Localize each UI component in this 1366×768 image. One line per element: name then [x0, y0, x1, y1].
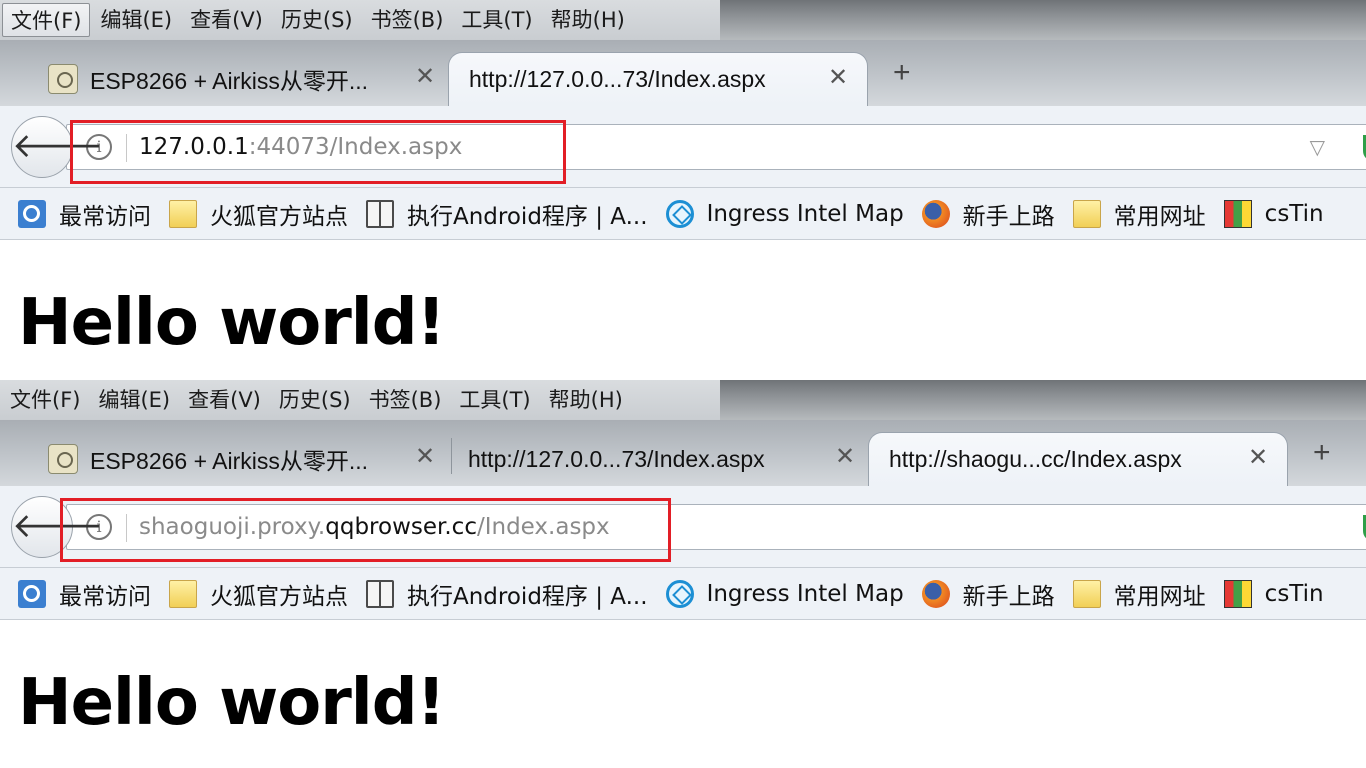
close-tab-icon[interactable]: ✕ — [1243, 443, 1273, 472]
close-tab-icon[interactable]: ✕ — [823, 63, 853, 92]
menu-view[interactable]: 查看(V) — [180, 383, 269, 417]
firefox-icon — [921, 579, 950, 608]
bookmarks-toolbar: 最常访问 火狐官方站点 执行Android程序 | A... Ingress I… — [0, 568, 1366, 620]
cstime-icon — [1223, 579, 1252, 608]
close-tab-icon[interactable]: ✕ — [410, 442, 440, 471]
search-icon — [18, 199, 46, 228]
page-content: Hello world! — [0, 620, 1366, 760]
tab-title: http://127.0.0...73/Index.aspx — [469, 66, 766, 92]
search-icon — [18, 579, 46, 608]
folder-icon — [169, 579, 197, 608]
menu-history[interactable]: 历史(S) — [271, 383, 359, 417]
tab-localhost[interactable]: http://127.0.0...73/Index.aspx ✕ — [448, 52, 868, 106]
firefox-icon — [921, 199, 950, 228]
menu-tools[interactable]: 工具(T) — [453, 3, 540, 37]
cstime-icon — [1223, 199, 1252, 228]
menu-bookmarks[interactable]: 书签(B) — [361, 383, 450, 417]
browser-window-2: 文件(F) 编辑(E) 查看(V) 历史(S) 书签(B) 工具(T) 帮助(H… — [0, 380, 1366, 760]
folder-icon — [1072, 199, 1101, 228]
tab-strip: ESP8266 + Airkiss从零开... ✕ http://127.0.0… — [0, 420, 1366, 486]
bookmark-cstime[interactable]: csTin — [1223, 199, 1324, 228]
bookmark-android[interactable]: 执行Android程序 | A... — [366, 197, 648, 231]
page-heading: Hello world! — [18, 286, 446, 360]
tab-title: ESP8266 + Airkiss从零开... — [90, 448, 369, 474]
menu-bar: 文件(F) 编辑(E) 查看(V) 历史(S) 书签(B) 工具(T) 帮助(H… — [0, 380, 1366, 420]
bookmark-firefox-site[interactable]: 火狐官方站点 — [169, 197, 348, 231]
browser-window-1: 文件(F) 编辑(E) 查看(V) 历史(S) 书签(B) 工具(T) 帮助(H… — [0, 0, 1366, 380]
bookmarks-toolbar: 最常访问 火狐官方站点 执行Android程序 | A... Ingress I… — [0, 188, 1366, 240]
tab-esp8266[interactable]: ESP8266 + Airkiss从零开... ✕ — [48, 52, 440, 106]
menu-view[interactable]: 查看(V) — [182, 3, 271, 37]
bookmark-cstime[interactable]: csTin — [1223, 579, 1324, 608]
ingress-icon — [665, 199, 694, 228]
menu-bookmarks[interactable]: 书签(B) — [363, 3, 452, 37]
menu-file[interactable]: 文件(F) — [2, 383, 88, 417]
tab-title: http://shaogu...cc/Index.aspx — [889, 446, 1182, 472]
menu-edit[interactable]: 编辑(E) — [90, 383, 178, 417]
ingress-icon — [665, 579, 694, 608]
book-icon — [366, 579, 394, 608]
bookmark-android[interactable]: 执行Android程序 | A... — [366, 577, 648, 611]
menu-help[interactable]: 帮助(H) — [541, 383, 631, 417]
page-favicon-icon — [48, 64, 78, 94]
tab-qqbrowser-proxy[interactable]: http://shaogu...cc/Index.aspx ✕ — [868, 432, 1288, 486]
page-content: Hello world! — [0, 240, 1366, 380]
tab-divider — [451, 438, 452, 474]
tab-esp8266[interactable]: ESP8266 + Airkiss从零开... ✕ — [48, 432, 452, 486]
bookmark-firefox-site[interactable]: 火狐官方站点 — [169, 577, 348, 611]
bookmark-getting-started[interactable]: 新手上路 — [921, 197, 1055, 231]
menu-file[interactable]: 文件(F) — [2, 3, 91, 37]
menu-history[interactable]: 历史(S) — [273, 3, 361, 37]
menu-bar: 文件(F) 编辑(E) 查看(V) 历史(S) 书签(B) 工具(T) 帮助(H… — [0, 0, 1366, 40]
close-tab-icon[interactable]: ✕ — [410, 62, 440, 91]
back-button[interactable]: 🡐 — [11, 116, 103, 178]
folder-icon — [1072, 579, 1101, 608]
tab-title: http://127.0.0...73/Index.aspx — [468, 445, 765, 472]
bookmark-most-visited[interactable]: 最常访问 — [18, 197, 151, 231]
page-favicon-icon — [48, 444, 78, 474]
bookmark-most-visited[interactable]: 最常访问 — [18, 577, 151, 611]
new-tab-button[interactable]: + — [893, 56, 911, 90]
bookmark-ingress[interactable]: Ingress Intel Map — [665, 199, 904, 228]
tab-title: ESP8266 + Airkiss从零开... — [90, 68, 369, 94]
book-icon — [366, 199, 394, 228]
tab-strip: ESP8266 + Airkiss从零开... ✕ http://127.0.0… — [0, 40, 1366, 106]
menu-tools[interactable]: 工具(T) — [451, 383, 538, 417]
close-tab-icon[interactable]: ✕ — [830, 442, 860, 471]
menu-edit[interactable]: 编辑(E) — [92, 3, 180, 37]
page-heading: Hello world! — [18, 666, 446, 740]
bookmark-common-sites[interactable]: 常用网址 — [1072, 577, 1206, 611]
url-highlight-box — [60, 498, 671, 562]
url-dropdown-icon[interactable]: ▽ — [1310, 135, 1325, 160]
bookmark-getting-started[interactable]: 新手上路 — [921, 577, 1055, 611]
bookmark-ingress[interactable]: Ingress Intel Map — [665, 579, 904, 608]
new-tab-button[interactable]: + — [1313, 436, 1331, 470]
menu-help[interactable]: 帮助(H) — [543, 3, 633, 37]
tab-localhost[interactable]: http://127.0.0...73/Index.aspx ✕ — [468, 432, 860, 486]
bookmark-common-sites[interactable]: 常用网址 — [1072, 197, 1206, 231]
folder-icon — [169, 199, 197, 228]
url-highlight-box — [70, 120, 566, 184]
